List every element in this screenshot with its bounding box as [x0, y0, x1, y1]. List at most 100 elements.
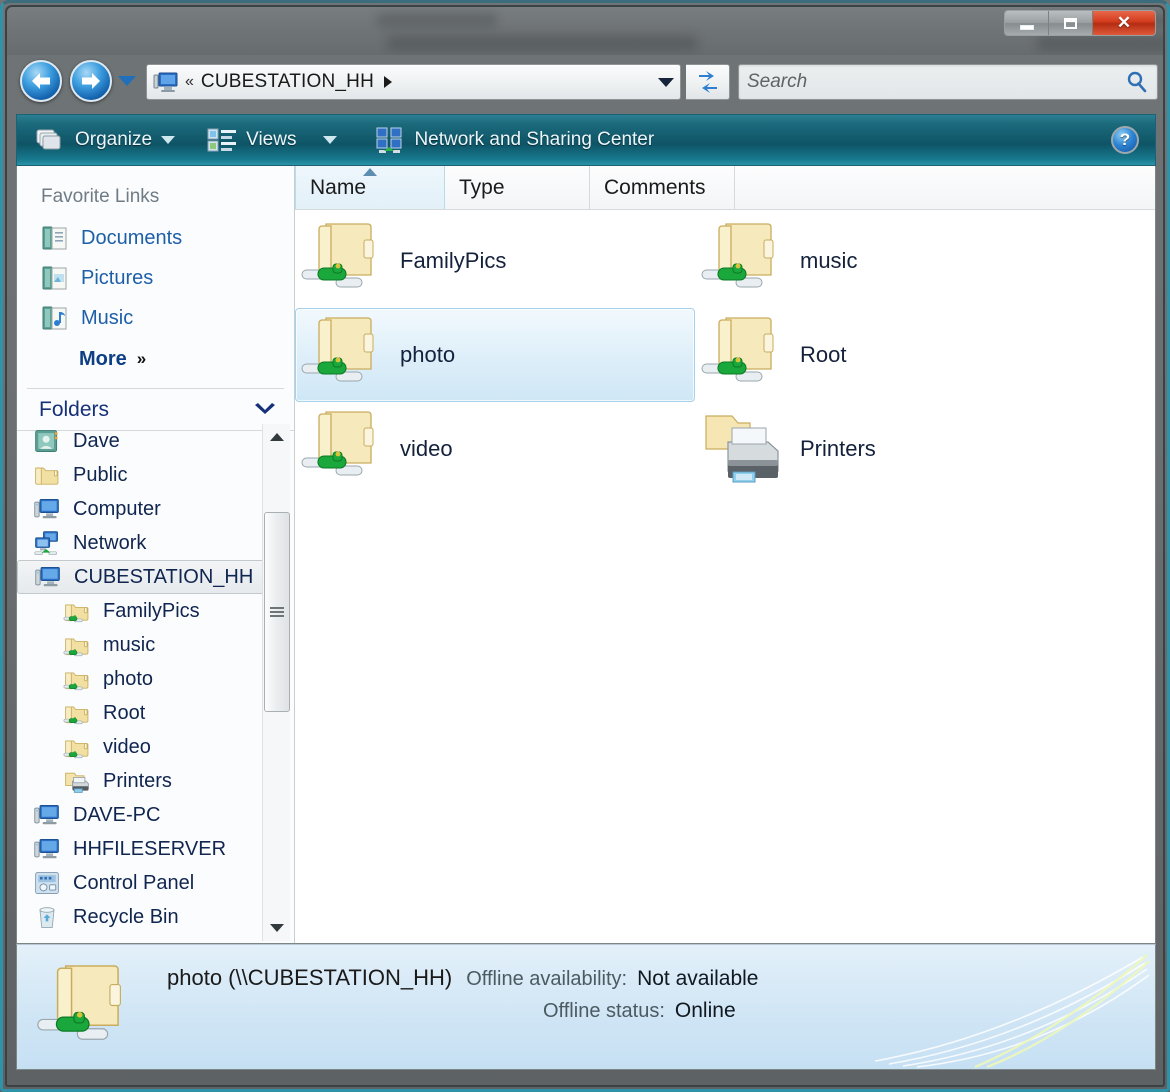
tree-item-dave-pc[interactable]: DAVE-PC: [17, 798, 294, 832]
offline-availability-label: Offline availability:: [466, 968, 628, 990]
tree-item-public[interactable]: Public: [17, 458, 294, 492]
maximize-button[interactable]: [1049, 11, 1093, 35]
offline-availability-value: Not available: [637, 967, 759, 990]
minimize-icon: [1019, 24, 1034, 30]
column-header-label: Comments: [604, 175, 706, 199]
file-item-printers[interactable]: Printers: [695, 402, 1095, 496]
control-panel-icon: [33, 869, 63, 897]
scroll-down-button[interactable]: [263, 915, 291, 941]
sidebar-item-label: Pictures: [81, 266, 154, 289]
refresh-button[interactable]: [686, 64, 730, 100]
sidebar-item-music[interactable]: Music: [17, 298, 294, 338]
column-header-name[interactable]: Name: [295, 166, 445, 209]
network-sharing-icon: [376, 127, 402, 153]
user-folder-icon: [33, 427, 63, 455]
window-controls[interactable]: ✕: [1004, 10, 1156, 36]
tree-item-label: CUBESTATION_HH: [74, 565, 254, 588]
computer-icon: [33, 835, 63, 863]
forward-button[interactable]: [70, 60, 112, 102]
help-button[interactable]: ?: [1111, 126, 1139, 154]
tree-item-cubestation-hh[interactable]: CUBESTATION_HH: [17, 560, 290, 594]
sidebar-more-label: More: [79, 347, 127, 370]
tree-item-network[interactable]: Network: [17, 526, 294, 560]
details-folder-icon: [35, 959, 145, 1059]
shared-folder-icon: [296, 216, 396, 306]
shared-folder-icon: [63, 597, 93, 625]
file-item-video[interactable]: video: [295, 402, 695, 496]
shared-folder-icon: [63, 733, 93, 761]
favorite-links-header: Favorite Links: [41, 186, 160, 207]
close-icon: ✕: [1116, 13, 1132, 32]
tree-item-label: photo: [103, 667, 154, 690]
close-button[interactable]: ✕: [1093, 11, 1155, 35]
sidebar-item-documents[interactable]: Documents: [17, 218, 294, 258]
folder-icon: [35, 467, 59, 485]
shared-folder-icon: [696, 310, 796, 400]
chevron-down-icon[interactable]: [252, 402, 278, 418]
sidebar-item-pictures[interactable]: Pictures: [17, 258, 294, 298]
tree-item-recycle-bin[interactable]: Recycle Bin: [17, 900, 294, 934]
file-item-root[interactable]: Root: [695, 308, 1095, 402]
tree-item-printers[interactable]: Printers: [17, 764, 294, 798]
search-box[interactable]: [738, 64, 1158, 100]
shared-folder-icon: [301, 223, 374, 288]
tree-item-hhfileserver[interactable]: HHFILESERVER: [17, 832, 294, 866]
column-header-blank[interactable]: [735, 166, 1155, 209]
organize-button[interactable]: Organize: [27, 120, 184, 160]
documents-icon: [42, 226, 67, 250]
breadcrumb-separator-icon[interactable]: [384, 76, 393, 88]
column-header-comments[interactable]: Comments: [590, 166, 735, 209]
tree-item-photo[interactable]: photo: [17, 662, 294, 696]
chevron-up-icon: [270, 433, 284, 441]
computer-icon: [35, 566, 60, 587]
folder-tree[interactable]: Dave Public Computer Network CUBESTATION_HH F…: [17, 424, 294, 943]
explorer-body: Favorite Links Documents Pictures Music …: [16, 166, 1156, 944]
command-bar: Organize Views Network and Sharing Cente…: [16, 114, 1156, 166]
address-bar[interactable]: « CUBESTATION_HH: [146, 64, 681, 100]
printers-folder-icon: [63, 767, 93, 795]
tree-scrollbar[interactable]: [262, 424, 290, 941]
tree-item-familypics[interactable]: FamilyPics: [17, 594, 294, 628]
tree-item-label: HHFILESERVER: [73, 837, 227, 860]
double-chevron-right-icon: »: [136, 349, 147, 368]
tree-item-label: Network: [73, 531, 147, 554]
file-item-label: FamilyPics: [400, 248, 507, 273]
minimize-button[interactable]: [1005, 11, 1049, 35]
tree-item-control-panel[interactable]: Control Panel: [17, 866, 294, 900]
column-header-label: Type: [459, 175, 505, 199]
organize-icon: [36, 129, 61, 150]
tree-item-music[interactable]: music: [17, 628, 294, 662]
back-arrow-icon: [32, 73, 50, 89]
control-panel-icon: [35, 872, 59, 894]
tree-item-computer[interactable]: Computer: [17, 492, 294, 526]
file-list-pane: Name Type Comments FamilyPics music photo Roo…: [295, 166, 1155, 943]
file-item-familypics[interactable]: FamilyPics: [295, 214, 695, 308]
network-sharing-center-button[interactable]: Network and Sharing Center: [366, 120, 672, 160]
address-overflow-chevron[interactable]: «: [185, 73, 194, 91]
back-button[interactable]: [20, 60, 62, 102]
file-item-photo[interactable]: photo: [295, 308, 695, 402]
column-header-type[interactable]: Type: [445, 166, 590, 209]
shared-folder-icon: [63, 631, 93, 659]
search-icon[interactable]: [1125, 70, 1149, 94]
sidebar-more-button[interactable]: More »: [17, 338, 294, 380]
sidebar-item-label: Music: [81, 306, 134, 329]
recycle-bin-icon: [39, 907, 55, 928]
breadcrumb-cubestation-hh[interactable]: CUBESTATION_HH: [201, 71, 374, 93]
scroll-up-button[interactable]: [263, 424, 291, 450]
recycle-bin-icon: [33, 903, 63, 931]
views-button[interactable]: Views: [198, 120, 346, 160]
network-sharing-label: Network and Sharing Center: [414, 129, 655, 150]
recent-pages-dropdown[interactable]: [118, 76, 136, 86]
network-icon: [34, 531, 58, 555]
file-item-music[interactable]: music: [695, 214, 1095, 308]
search-input[interactable]: [747, 71, 1125, 93]
tree-item-dave[interactable]: Dave: [17, 424, 294, 458]
chevron-down-icon[interactable]: [323, 136, 338, 144]
chevron-down-icon[interactable]: [658, 77, 674, 87]
tree-item-video[interactable]: video: [17, 730, 294, 764]
user-folder-icon: [35, 430, 58, 452]
tree-item-root[interactable]: Root: [17, 696, 294, 730]
chevron-down-icon[interactable]: [161, 136, 176, 144]
scrollbar-thumb[interactable]: [264, 512, 290, 712]
